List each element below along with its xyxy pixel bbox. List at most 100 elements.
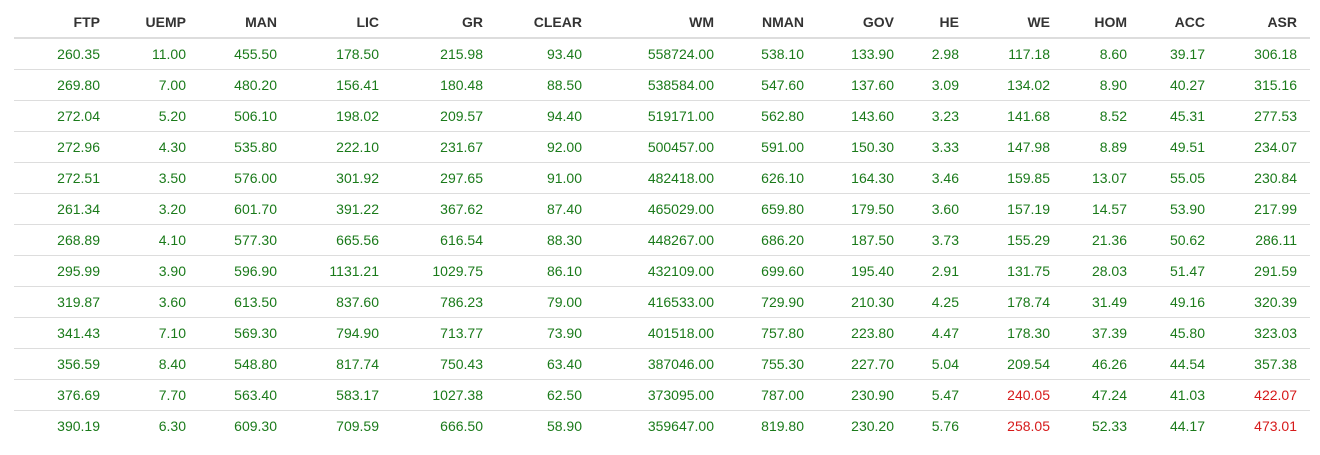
cell-lic: 817.74	[290, 348, 392, 380]
cell-clear: 87.40	[496, 193, 595, 225]
cell-hom: 21.36	[1063, 224, 1140, 256]
cell-he: 3.33	[907, 131, 972, 163]
cell-nman: 591.00	[727, 131, 817, 163]
cell-he: 5.47	[907, 379, 972, 411]
cell-uemp: 7.70	[113, 379, 199, 411]
cell-nman: 686.20	[727, 224, 817, 256]
cell-ftp: 272.04	[14, 100, 113, 132]
cell-man: 613.50	[199, 286, 290, 318]
cell-hom: 8.90	[1063, 69, 1140, 101]
cell-man: 577.30	[199, 224, 290, 256]
cell-asr: 315.16	[1218, 69, 1310, 101]
cell-clear: 62.50	[496, 379, 595, 411]
cell-man: 563.40	[199, 379, 290, 411]
column-header-we: WE	[972, 7, 1063, 39]
cell-man: 596.90	[199, 255, 290, 287]
cell-we: 117.18	[972, 37, 1063, 70]
cell-lic: 198.02	[290, 100, 392, 132]
cell-acc: 55.05	[1140, 162, 1218, 194]
cell-gov: 230.90	[817, 379, 907, 411]
cell-gr: 666.50	[392, 410, 496, 441]
cell-wm: 500457.00	[595, 131, 727, 163]
table-row: 272.04 5.20 506.10 198.02 209.57 94.40 519171.…	[14, 100, 1310, 132]
cell-uemp: 7.00	[113, 69, 199, 101]
cell-nman: 699.60	[727, 255, 817, 287]
cell-clear: 88.30	[496, 224, 595, 256]
cell-gr: 215.98	[392, 37, 496, 70]
cell-he: 5.04	[907, 348, 972, 380]
cell-clear: 91.00	[496, 162, 595, 194]
cell-uemp: 4.30	[113, 131, 199, 163]
cell-gr: 786.23	[392, 286, 496, 318]
cell-acc: 49.16	[1140, 286, 1218, 318]
cell-we: 157.19	[972, 193, 1063, 225]
cell-lic: 222.10	[290, 131, 392, 163]
cell-man: 535.80	[199, 131, 290, 163]
cell-we: 141.68	[972, 100, 1063, 132]
cell-hom: 8.60	[1063, 37, 1140, 70]
cell-asr: 286.11	[1218, 224, 1310, 256]
cell-ftp: 295.99	[14, 255, 113, 287]
column-header-ftp: FTP	[14, 7, 113, 39]
cell-wm: 359647.00	[595, 410, 727, 441]
cell-hom: 46.26	[1063, 348, 1140, 380]
cell-gr: 297.65	[392, 162, 496, 194]
cell-clear: 92.00	[496, 131, 595, 163]
cell-nman: 729.90	[727, 286, 817, 318]
cell-acc: 50.62	[1140, 224, 1218, 256]
cell-gr: 180.48	[392, 69, 496, 101]
cell-clear: 86.10	[496, 255, 595, 287]
cell-gov: 179.50	[817, 193, 907, 225]
column-header-wm: WM	[595, 7, 727, 39]
cell-uemp: 3.90	[113, 255, 199, 287]
cell-lic: 837.60	[290, 286, 392, 318]
cell-we: 147.98	[972, 131, 1063, 163]
cell-clear: 94.40	[496, 100, 595, 132]
cell-we: 131.75	[972, 255, 1063, 287]
data-table: FTP UEMP MAN LIC GR CLEAR WM NMAN GOV HE WE HOM ACC A…	[14, 7, 1310, 441]
cell-gr: 616.54	[392, 224, 496, 256]
cell-gov: 137.60	[817, 69, 907, 101]
cell-hom: 14.57	[1063, 193, 1140, 225]
column-header-gr: GR	[392, 7, 496, 39]
cell-uemp: 8.40	[113, 348, 199, 380]
cell-acc: 44.54	[1140, 348, 1218, 380]
table-row: 260.35 11.00 455.50 178.50 215.98 93.40 558724…	[14, 37, 1310, 70]
cell-wm: 401518.00	[595, 317, 727, 349]
cell-man: 576.00	[199, 162, 290, 194]
table-row: 356.59 8.40 548.80 817.74 750.43 63.40 387046.…	[14, 348, 1310, 380]
cell-acc: 49.51	[1140, 131, 1218, 163]
cell-wm: 387046.00	[595, 348, 727, 380]
table-row: 272.51 3.50 576.00 301.92 297.65 91.00 482418.…	[14, 162, 1310, 194]
cell-nman: 562.80	[727, 100, 817, 132]
cell-wm: 558724.00	[595, 37, 727, 70]
column-header-lic: LIC	[290, 7, 392, 39]
cell-he: 2.91	[907, 255, 972, 287]
cell-hom: 8.52	[1063, 100, 1140, 132]
table-row: 272.96 4.30 535.80 222.10 231.67 92.00 500457.…	[14, 131, 1310, 163]
cell-ftp: 341.43	[14, 317, 113, 349]
column-header-asr: ASR	[1218, 7, 1310, 39]
cell-man: 455.50	[199, 37, 290, 70]
cell-gov: 133.90	[817, 37, 907, 70]
cell-we: 159.85	[972, 162, 1063, 194]
table-row: 341.43 7.10 569.30 794.90 713.77 73.90 401518.…	[14, 317, 1310, 349]
cell-ftp: 272.51	[14, 162, 113, 194]
table-header: FTP UEMP MAN LIC GR CLEAR WM NMAN GOV HE WE HOM ACC A…	[14, 7, 1310, 39]
cell-lic: 178.50	[290, 37, 392, 70]
cell-ftp: 260.35	[14, 37, 113, 70]
cell-gov: 223.80	[817, 317, 907, 349]
table-row: 261.34 3.20 601.70 391.22 367.62 87.40 465029.…	[14, 193, 1310, 225]
cell-man: 548.80	[199, 348, 290, 380]
cell-gov: 150.30	[817, 131, 907, 163]
cell-gov: 187.50	[817, 224, 907, 256]
cell-lic: 583.17	[290, 379, 392, 411]
cell-hom: 31.49	[1063, 286, 1140, 318]
cell-lic: 156.41	[290, 69, 392, 101]
cell-ftp: 319.87	[14, 286, 113, 318]
cell-wm: 416533.00	[595, 286, 727, 318]
cell-man: 569.30	[199, 317, 290, 349]
column-header-uemp: UEMP	[113, 7, 199, 39]
cell-nman: 659.80	[727, 193, 817, 225]
cell-lic: 794.90	[290, 317, 392, 349]
